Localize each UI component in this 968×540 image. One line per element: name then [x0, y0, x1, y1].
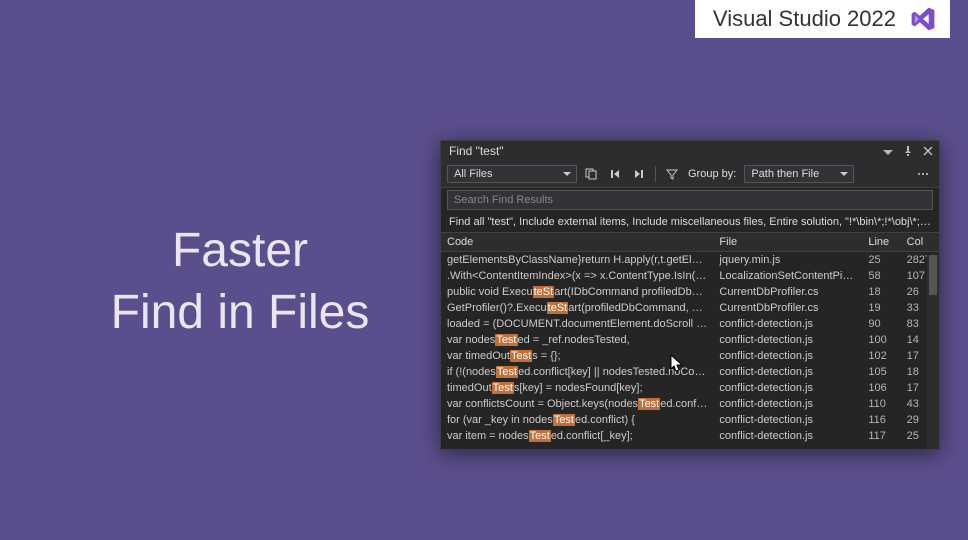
cell-file: conflict-detection.js	[713, 364, 862, 380]
cell-file: conflict-detection.js	[713, 396, 862, 412]
cell-line: 18	[862, 284, 900, 300]
cell-code: for (var _key in nodesTested.conflict) {	[441, 412, 713, 428]
table-row[interactable]: public void ExecuteStart(IDbCommand prof…	[441, 284, 939, 300]
cell-line: 25	[862, 252, 900, 269]
table-row[interactable]: .With<ContentItemIndex>(x => x.ContentTy…	[441, 268, 939, 284]
cell-line: 58	[862, 268, 900, 284]
group-by-dropdown[interactable]: Path then File	[744, 165, 854, 183]
cell-line: 102	[862, 348, 900, 364]
cell-line: 100	[862, 332, 900, 348]
cell-code: var item = nodesTested.conflict[_key];	[441, 428, 713, 444]
table-row[interactable]: var conflictsCount = Object.keys(nodesTe…	[441, 396, 939, 412]
close-icon[interactable]	[921, 144, 935, 158]
next-result-icon[interactable]	[629, 164, 649, 184]
visual-studio-logo-icon	[910, 6, 936, 32]
panel-titlebar: Find "test"	[441, 141, 939, 161]
col-file[interactable]: File	[713, 233, 862, 252]
table-row[interactable]: GetProfiler()?.ExecuteStart(profiledDbCo…	[441, 300, 939, 316]
cell-code: .With<ContentItemIndex>(x => x.ContentTy…	[441, 268, 713, 284]
cell-file: conflict-detection.js	[713, 380, 862, 396]
table-row[interactable]: for (var _key in nodesTested.conflict) {…	[441, 412, 939, 428]
cell-file: jquery.min.js	[713, 252, 862, 269]
previous-result-icon[interactable]	[605, 164, 625, 184]
cell-code: if (!(nodesTested.conflict[key] || nodes…	[441, 364, 713, 380]
headline-line2: Find in Files	[90, 282, 390, 344]
cell-line: 106	[862, 380, 900, 396]
table-row[interactable]: var item = nodesTested.conflict[_key];co…	[441, 428, 939, 444]
cell-file: conflict-detection.js	[713, 428, 862, 444]
copy-icon[interactable]	[581, 164, 601, 184]
headline-line1: Faster	[90, 220, 390, 282]
table-row[interactable]: var timedOutTests = {};conflict-detectio…	[441, 348, 939, 364]
search-input[interactable]: Search Find Results	[447, 190, 933, 210]
overflow-icon[interactable]	[913, 164, 933, 184]
cell-code: timedOutTests[key] = nodesFound[key];	[441, 380, 713, 396]
col-line[interactable]: Line	[862, 233, 900, 252]
cell-line: 110	[862, 396, 900, 412]
cell-file: conflict-detection.js	[713, 316, 862, 332]
group-by-label: Group by:	[688, 168, 736, 180]
results-table: Code File Line Col getElementsByClassNam…	[441, 233, 939, 444]
cell-code: getElementsByClassName}return H.apply(r,…	[441, 252, 713, 269]
panel-toolbar: All Files Group by: Path then File	[441, 161, 939, 188]
product-badge: Visual Studio 2022	[695, 0, 950, 38]
cell-code: GetProfiler()?.ExecuteStart(profiledDbCo…	[441, 300, 713, 316]
vertical-scrollbar[interactable]	[927, 255, 939, 449]
cell-file: conflict-detection.js	[713, 412, 862, 428]
slide-headline: Faster Find in Files	[90, 220, 390, 345]
clear-filter-icon[interactable]	[662, 164, 682, 184]
cell-file: LocalizationSetContentPic…	[713, 268, 862, 284]
table-row[interactable]: getElementsByClassName}return H.apply(r,…	[441, 252, 939, 269]
cell-code: var conflictsCount = Object.keys(nodesTe…	[441, 396, 713, 412]
cell-file: CurrentDbProfiler.cs	[713, 284, 862, 300]
cell-file: conflict-detection.js	[713, 332, 862, 348]
scrollbar-thumb[interactable]	[929, 255, 937, 295]
status-line: Find all "test", Include external items,…	[441, 212, 939, 233]
cell-code: loaded = (DOCUMENT.documentElement.doScr…	[441, 316, 713, 332]
window-menu-icon[interactable]	[881, 144, 895, 158]
cell-line: 19	[862, 300, 900, 316]
cell-line: 90	[862, 316, 900, 332]
product-label: Visual Studio 2022	[713, 6, 896, 32]
cell-code: var nodesTested = _ref.nodesTested,	[441, 332, 713, 348]
cell-line: 116	[862, 412, 900, 428]
find-results-panel: Find "test" All Files Group by: P	[440, 140, 940, 450]
toolbar-divider	[655, 166, 656, 182]
col-code[interactable]: Code	[441, 233, 713, 252]
cell-code: var timedOutTests = {};	[441, 348, 713, 364]
results-table-container: Code File Line Col getElementsByClassNam…	[441, 233, 939, 449]
table-row[interactable]: var nodesTested = _ref.nodesTested,confl…	[441, 332, 939, 348]
cell-line: 117	[862, 428, 900, 444]
cell-line: 105	[862, 364, 900, 380]
cell-code: public void ExecuteStart(IDbCommand prof…	[441, 284, 713, 300]
col-col[interactable]: Col	[901, 233, 939, 252]
panel-title: Find "test"	[449, 144, 504, 158]
scope-dropdown[interactable]: All Files	[447, 165, 577, 183]
cell-file: CurrentDbProfiler.cs	[713, 300, 862, 316]
cell-file: conflict-detection.js	[713, 348, 862, 364]
pin-icon[interactable]	[901, 144, 915, 158]
table-row[interactable]: timedOutTests[key] = nodesFound[key];con…	[441, 380, 939, 396]
table-row[interactable]: if (!(nodesTested.conflict[key] || nodes…	[441, 364, 939, 380]
table-row[interactable]: loaded = (DOCUMENT.documentElement.doScr…	[441, 316, 939, 332]
